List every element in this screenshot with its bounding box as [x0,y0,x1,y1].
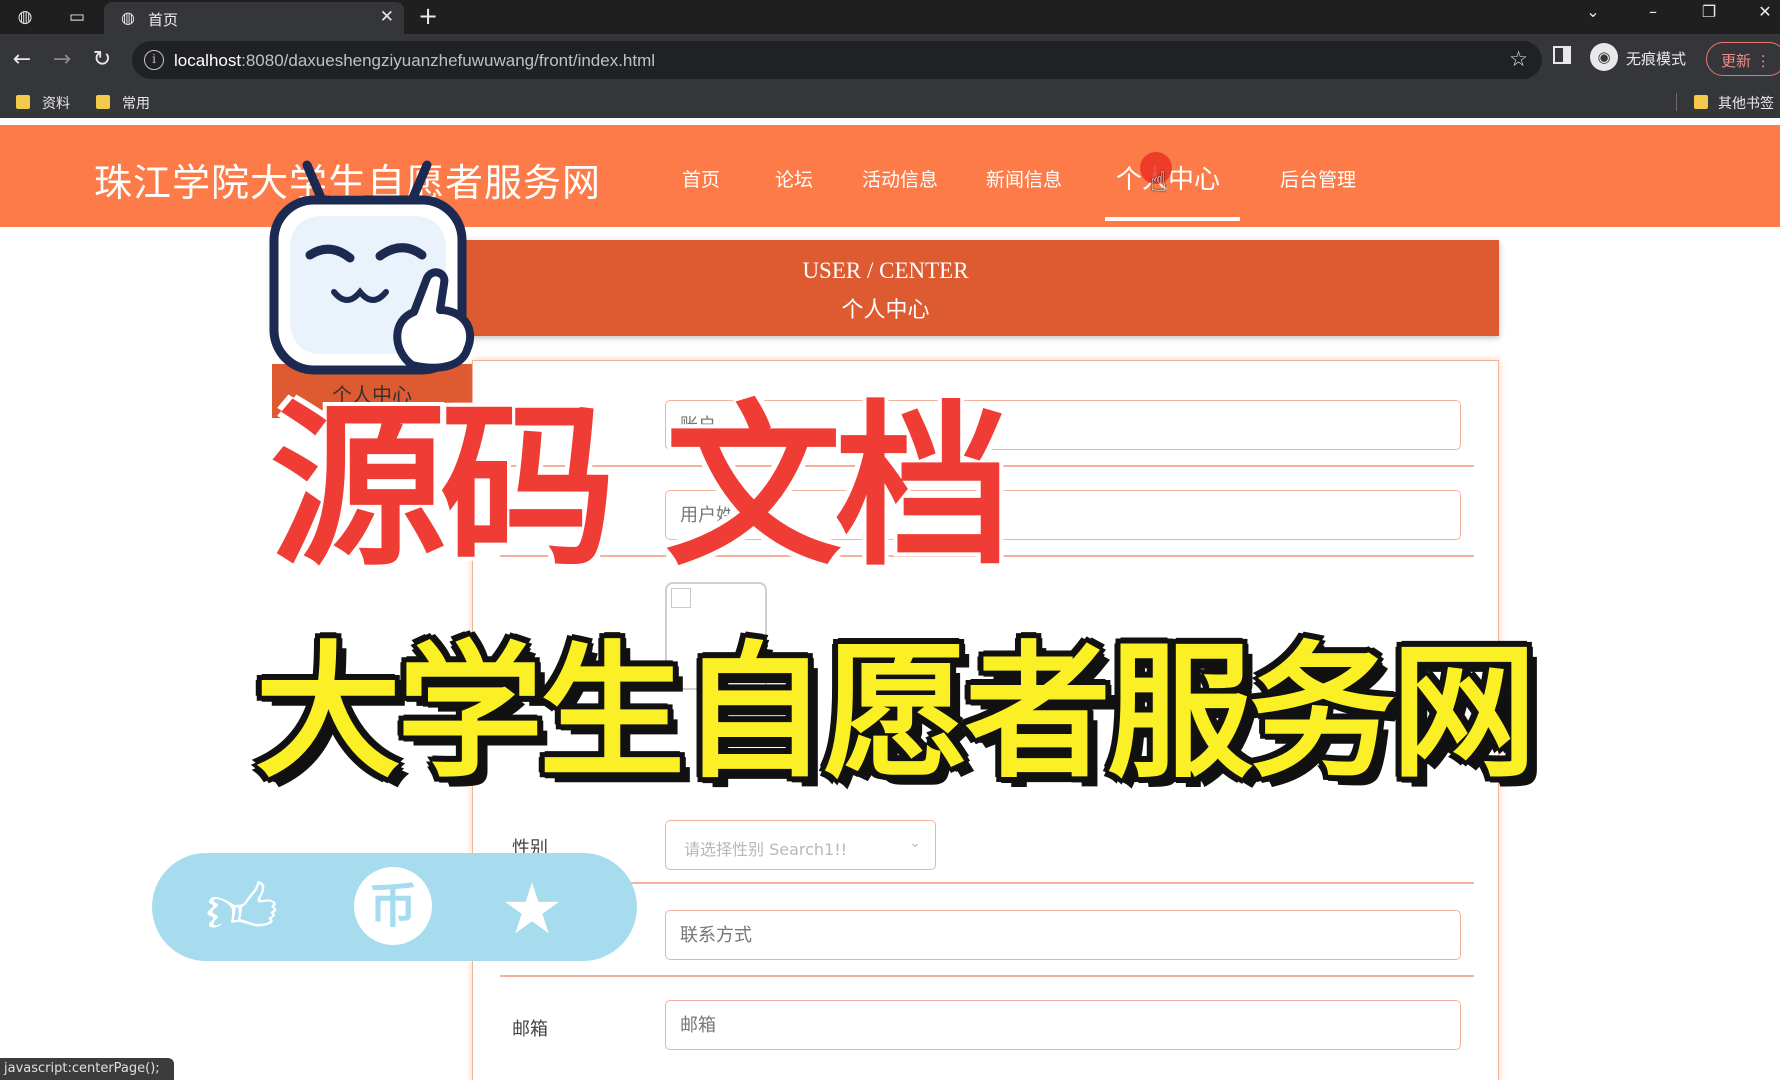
new-tab-icon[interactable]: + [418,2,438,30]
address-bar[interactable]: i localhost:8080/daxueshengziyuanzhefuwu… [132,41,1542,79]
tv-mascot-icon [269,160,475,375]
close-window-icon[interactable]: ✕ [1750,2,1780,21]
forward-arrow-icon[interactable]: → [48,46,76,74]
back-arrow-icon[interactable]: ← [8,46,36,74]
tab-search-icon[interactable]: ▭ [64,5,90,29]
gender-select-value: 请选择性别 Search1!! [684,840,848,859]
tab-list-chevron-icon[interactable]: ⌄ [1578,2,1608,21]
overlay-title-red: 源码 文档 [270,385,1011,590]
nav-home[interactable]: 首页 [682,165,720,192]
tab-title: 首页 [148,11,179,29]
bookmark-changyong[interactable]: 常用 [122,93,150,113]
nav-activity[interactable]: 活动信息 [862,165,938,192]
chevron-down-icon: ⌄ [909,835,921,851]
side-panel-icon[interactable] [1553,46,1571,64]
page: ◍ ▭ ◍ 首页 ✕ + ⌄ – ❐ ✕ ← → ↻ i localhost:8… [0,0,1780,1080]
star-icon[interactable]: ★ [492,869,572,949]
url-path: :8080/daxueshengziyuanzhefuwuwang/front/… [241,51,656,70]
browser-tab-home[interactable]: ◍ 首页 ✕ [104,2,404,34]
folder-icon [1694,95,1708,109]
browser-toolbar: ← → ↻ i localhost:8080/daxueshengziyuanz… [0,34,1780,86]
nav-news[interactable]: 新闻信息 [986,165,1062,192]
folder-icon [16,95,30,109]
email-label: 邮箱 [512,1019,548,1040]
nav-forum[interactable]: 论坛 [775,165,813,192]
update-label: 更新 [1721,52,1752,70]
nav-admin[interactable]: 后台管理 [1280,165,1356,192]
pointer-hand-icon: ☝ [1150,165,1168,198]
globe-icon: ◍ [121,8,135,27]
incognito-label: 无痕模式 [1626,50,1687,68]
action-pill: 👍︎ 币 ★ [152,853,637,961]
bookmark-divider [1676,93,1677,111]
browser-tab-bar: ◍ ▭ ◍ 首页 ✕ + ⌄ – ❐ ✕ [0,0,1780,34]
reload-icon[interactable]: ↻ [88,46,116,74]
incognito-icon[interactable]: ◉ [1590,43,1618,71]
coin-icon[interactable]: 币 [354,867,432,945]
avatar-checkbox[interactable] [671,588,691,608]
profile-globe-icon[interactable]: ◍ [12,5,38,29]
other-bookmarks[interactable]: 其他书签 [1718,93,1774,113]
field-divider [500,975,1474,977]
field-divider [500,882,1474,884]
thumbs-up-icon[interactable]: 👍︎ [202,869,282,949]
minimize-icon[interactable]: – [1638,2,1668,21]
overlay-title-yellow: 大学生自愿者服务网 [255,628,1537,798]
url-host: localhost [174,51,242,70]
gender-select[interactable]: 请选择性别 Search1!! ⌄ [665,820,936,870]
nav-active-underline [1105,217,1240,221]
bookmark-star-icon[interactable]: ☆ [1509,47,1528,71]
link-status-bar: javascript:centerPage(); [0,1058,174,1080]
contact-input[interactable] [665,910,1461,960]
close-tab-icon[interactable]: ✕ [380,7,394,27]
bookmark-ziliao[interactable]: 资料 [42,93,70,113]
url-text[interactable]: localhost:8080/daxueshengziyuanzhefuwuwa… [174,51,655,71]
restore-icon[interactable]: ❐ [1694,2,1724,21]
folder-icon [96,95,110,109]
bookmarks-bar: 资料 常用 其他书签 [0,86,1780,118]
update-button[interactable]: 更新 ⋮ [1706,42,1780,76]
email-input[interactable] [665,1000,1461,1050]
site-info-icon[interactable]: i [144,50,164,70]
